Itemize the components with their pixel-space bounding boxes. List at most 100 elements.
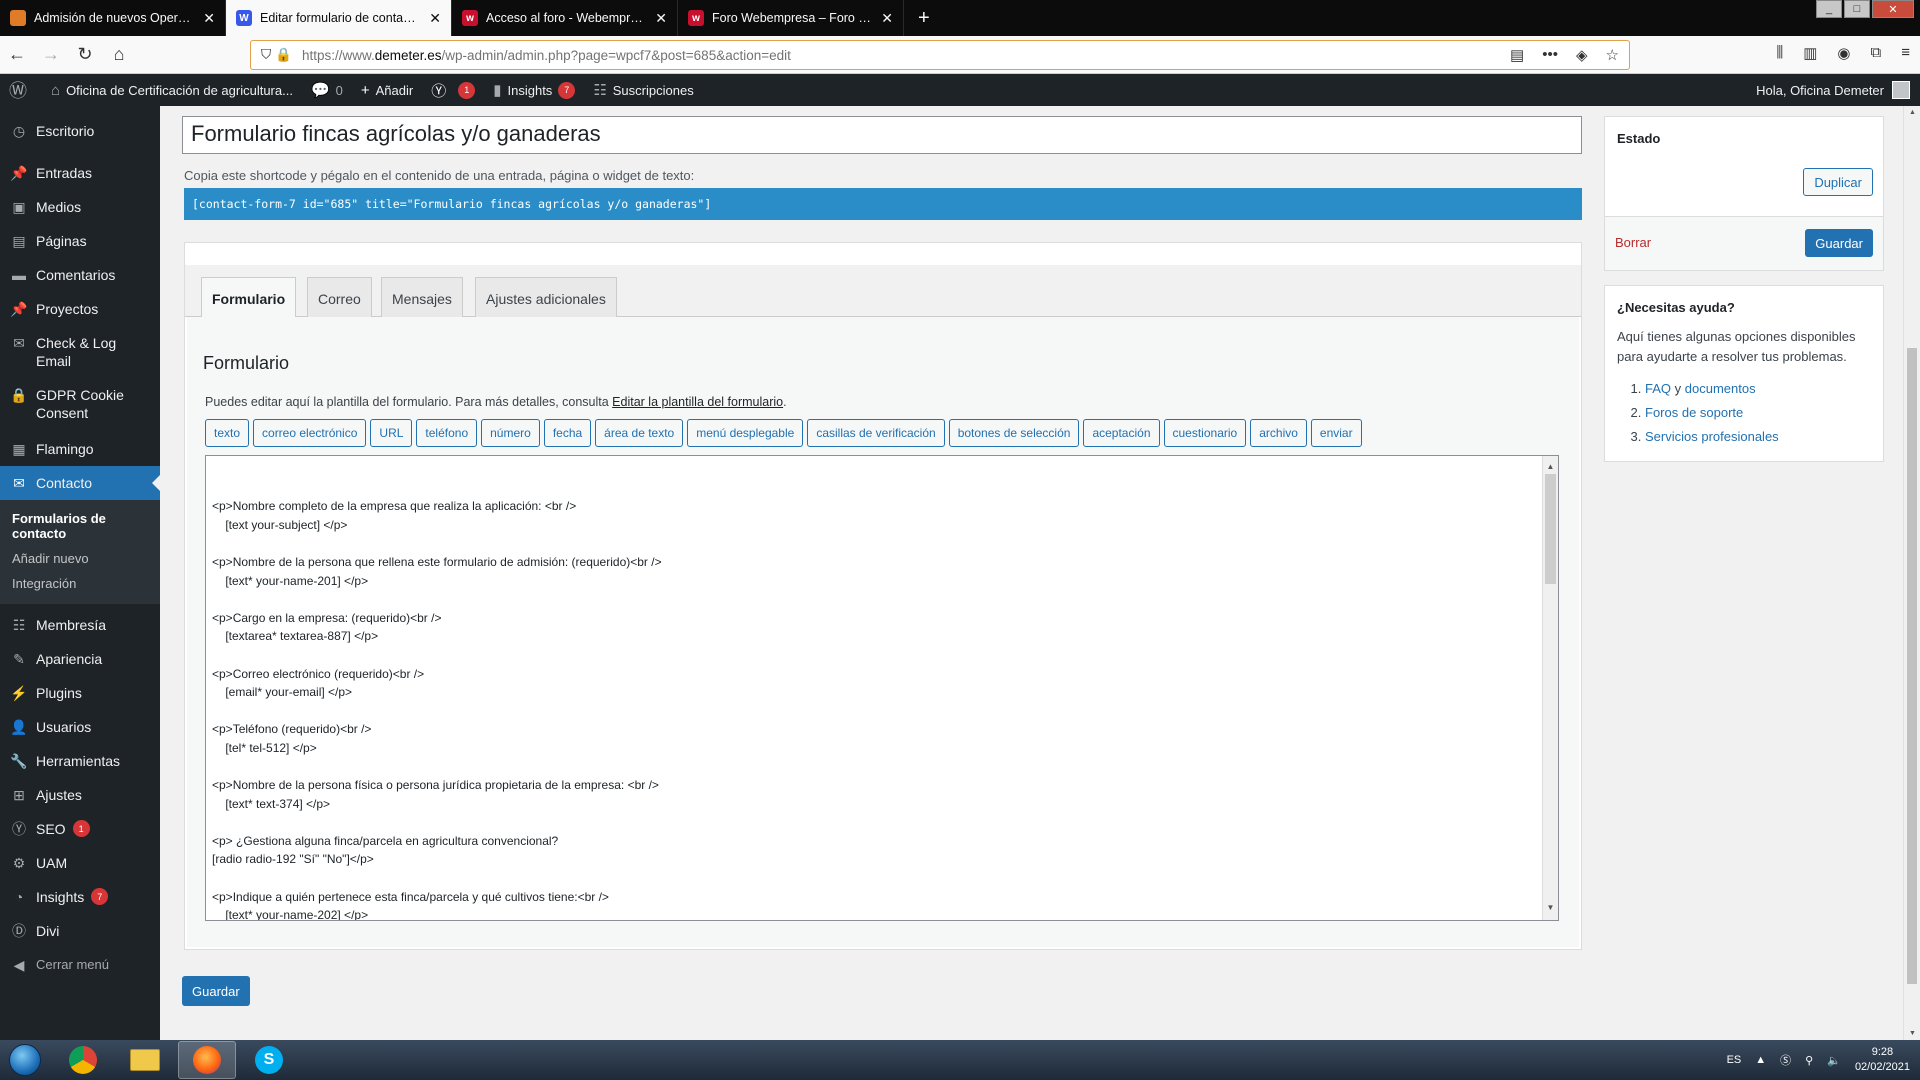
taskbar-explorer[interactable] bbox=[116, 1041, 174, 1079]
close-window-button[interactable]: ✕ bbox=[1872, 0, 1914, 18]
home-icon[interactable]: ⌂ bbox=[102, 40, 136, 70]
clock[interactable]: 9:28 02/02/2021 bbox=[1855, 1045, 1910, 1075]
close-tab-icon[interactable]: ✕ bbox=[655, 10, 667, 27]
textarea-scrollbar[interactable]: ▲ ▼ bbox=[1542, 456, 1558, 920]
close-tab-icon[interactable]: ✕ bbox=[881, 10, 893, 27]
page-actions-icon[interactable]: ••• bbox=[1542, 46, 1558, 64]
tag-button[interactable]: menú desplegable bbox=[687, 419, 804, 447]
delete-link[interactable]: Borrar bbox=[1615, 235, 1651, 250]
tag-button[interactable]: casillas de verificación bbox=[807, 419, 945, 447]
browser-tab[interactable]: Admisión de nuevos Operadores ✕ bbox=[0, 0, 226, 36]
extensions-icon[interactable]: ⧉ bbox=[1871, 44, 1882, 62]
sidebar-item-contacto[interactable]: ✉ Contacto bbox=[0, 466, 160, 500]
page-scroll-thumb[interactable] bbox=[1907, 348, 1917, 984]
docs-link[interactable]: documentos bbox=[1685, 381, 1756, 396]
menu-icon[interactable]: ≡ bbox=[1901, 44, 1910, 62]
sidebar-item-páginas[interactable]: ▤ Páginas bbox=[0, 224, 160, 258]
tag-button[interactable]: URL bbox=[370, 419, 413, 447]
bookmark-star-icon[interactable]: ☆ bbox=[1606, 46, 1619, 64]
page-scrollbar[interactable]: ▲ ▼ bbox=[1903, 106, 1920, 1040]
my-account[interactable]: Hola, Oficina Demeter bbox=[1756, 81, 1920, 99]
wordpress-logo-icon[interactable]: Ⓦ bbox=[0, 74, 42, 106]
volume-icon[interactable]: 🔈 bbox=[1827, 1054, 1841, 1067]
tag-button[interactable]: aceptación bbox=[1083, 419, 1160, 447]
collapse-menu-button[interactable]: ◀ Cerrar menú bbox=[0, 948, 160, 982]
back-icon[interactable]: ← bbox=[0, 40, 34, 70]
maximize-button[interactable]: □ bbox=[1844, 0, 1870, 18]
sidebar-toggle-icon[interactable]: ▥ bbox=[1803, 44, 1817, 62]
services-link[interactable]: Servicios profesionales bbox=[1645, 429, 1779, 444]
shield-icon[interactable]: ⛉ bbox=[261, 47, 271, 63]
taskbar-chrome[interactable] bbox=[54, 1041, 112, 1079]
comments-link[interactable]: 💬 0 bbox=[302, 74, 352, 106]
reload-icon[interactable]: ↻ bbox=[68, 40, 102, 70]
browser-tab[interactable]: w Foro Webempresa – Foro WordPress ✕ bbox=[678, 0, 904, 36]
tag-button[interactable]: enviar bbox=[1310, 419, 1362, 447]
sidebar-item-comentarios[interactable]: ▬ Comentarios bbox=[0, 258, 160, 292]
language-indicator[interactable]: ES bbox=[1727, 1054, 1742, 1066]
page-scroll-down-icon[interactable]: ▼ bbox=[1904, 1030, 1920, 1037]
browser-tab[interactable]: w Acceso al foro - Webempresa ✕ bbox=[452, 0, 678, 36]
sidebar-item-entradas[interactable]: 📌 Entradas bbox=[0, 156, 160, 190]
network-icon[interactable]: ⚲ bbox=[1805, 1054, 1813, 1067]
taskbar-skype[interactable]: S bbox=[240, 1041, 298, 1079]
close-tab-icon[interactable]: ✕ bbox=[429, 10, 441, 27]
forums-link[interactable]: Foros de soporte bbox=[1645, 405, 1743, 420]
tag-button[interactable]: área de texto bbox=[595, 419, 684, 447]
edit-template-link[interactable]: Editar la plantilla del formulario bbox=[612, 395, 783, 409]
yoast-link[interactable]: Ⓨ 1 bbox=[422, 74, 484, 106]
sidebar-subitem-integration[interactable]: Integración bbox=[0, 571, 160, 596]
insights-link[interactable]: ▮ Insights 7 bbox=[484, 74, 584, 106]
new-tab-button[interactable]: + bbox=[904, 0, 944, 36]
sidebar-item-gdpr-cookie-consent[interactable]: 🔒 GDPR Cookie Consent bbox=[0, 378, 160, 430]
tag-button[interactable]: número bbox=[481, 419, 540, 447]
save-button-side[interactable]: Guardar bbox=[1805, 229, 1873, 257]
shortcode-field[interactable]: [contact-form-7 id="685" title="Formular… bbox=[184, 188, 1582, 220]
tag-button[interactable]: botones de selección bbox=[948, 419, 1080, 447]
sidebar-item-medios[interactable]: ▣ Medios bbox=[0, 190, 160, 224]
forward-icon[interactable]: → bbox=[34, 40, 68, 70]
sidebar-subitem-forms[interactable]: Formularios de contacto bbox=[0, 506, 160, 546]
sidebar-item-proyectos[interactable]: 📌 Proyectos bbox=[0, 292, 160, 326]
duplicate-button[interactable]: Duplicar bbox=[1803, 168, 1873, 196]
start-button[interactable] bbox=[0, 1040, 50, 1080]
subscriptions-link[interactable]: ☷ Suscripciones bbox=[584, 74, 702, 106]
tray-expand-icon[interactable]: ▲ bbox=[1755, 1054, 1766, 1066]
add-new-link[interactable]: + Añadir bbox=[352, 74, 422, 106]
tab-ajustes-adicionales[interactable]: Ajustes adicionales bbox=[475, 277, 617, 319]
sidebar-item-check-log-email[interactable]: ✉ Check & Log Email bbox=[0, 326, 160, 378]
sidebar-item-escritorio[interactable]: ◷ Escritorio bbox=[0, 114, 160, 148]
sidebar-item-membresía[interactable]: ☷ Membresía bbox=[0, 608, 160, 642]
close-tab-icon[interactable]: ✕ bbox=[203, 10, 215, 27]
tab-formulario[interactable]: Formulario bbox=[201, 277, 297, 320]
sidebar-item-divi[interactable]: Ⓓ Divi bbox=[0, 914, 160, 948]
tag-button[interactable]: fecha bbox=[543, 419, 592, 447]
form-template-textarea[interactable]: <p>Nombre completo de la empresa que rea… bbox=[205, 455, 1559, 921]
sidebar-item-flamingo[interactable]: ▦ Flamingo bbox=[0, 432, 160, 466]
sidebar-item-insights[interactable]: ◔ Insights 7 bbox=[0, 880, 160, 914]
save-button[interactable]: Guardar bbox=[182, 976, 250, 1006]
sidebar-subitem-add-new[interactable]: Añadir nuevo bbox=[0, 546, 160, 571]
taskbar-firefox[interactable] bbox=[178, 1041, 236, 1079]
sidebar-item-plugins[interactable]: ⚡ Plugins bbox=[0, 676, 160, 710]
skype-tray-icon[interactable]: Ⓢ bbox=[1780, 1052, 1791, 1068]
account-icon[interactable]: ◉ bbox=[1837, 44, 1850, 62]
sidebar-item-usuarios[interactable]: 👤 Usuarios bbox=[0, 710, 160, 744]
url-bar[interactable]: ⛉ 🔒 https://www. demeter.es /wp-admin/ad… bbox=[250, 40, 1630, 70]
page-scroll-up-icon[interactable]: ▲ bbox=[1904, 109, 1920, 116]
reader-view-icon[interactable]: ▤ bbox=[1510, 46, 1524, 64]
tag-button[interactable]: teléfono bbox=[416, 419, 478, 447]
lock-icon[interactable]: 🔒 bbox=[275, 47, 292, 63]
sidebar-item-herramientas[interactable]: 🔧 Herramientas bbox=[0, 744, 160, 778]
tab-mensajes[interactable]: Mensajes bbox=[381, 277, 463, 319]
scroll-thumb[interactable] bbox=[1545, 474, 1556, 584]
form-title-input[interactable]: Formulario fincas agrícolas y/o ganadera… bbox=[182, 116, 1582, 154]
minimize-button[interactable]: _ bbox=[1816, 0, 1842, 18]
tag-button[interactable]: correo electrónico bbox=[253, 419, 367, 447]
faq-link[interactable]: FAQ bbox=[1645, 381, 1671, 396]
sidebar-item-ajustes[interactable]: ⊞ Ajustes bbox=[0, 778, 160, 812]
browser-tab[interactable]: W Editar formulario de contacto ‹ Oficina… bbox=[226, 0, 452, 36]
library-icon[interactable]: ⫼ bbox=[1776, 44, 1783, 62]
site-name-link[interactable]: ⌂ Oficina de Certificación de agricultura… bbox=[42, 74, 302, 106]
sidebar-item-apariencia[interactable]: ✎ Apariencia bbox=[0, 642, 160, 676]
